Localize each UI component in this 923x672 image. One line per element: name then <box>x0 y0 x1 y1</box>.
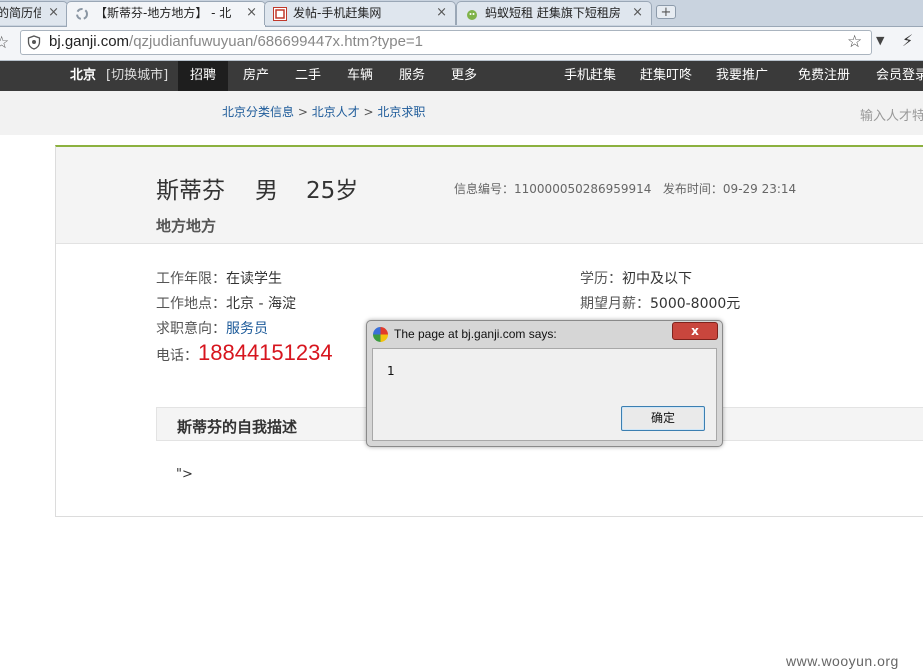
salary-value: 5000-8000元 <box>650 296 741 312</box>
dialog-body: 1 确定 <box>372 348 717 441</box>
ok-button[interactable]: 确定 <box>621 406 705 431</box>
phone-label: 电话： <box>156 348 198 364</box>
browser-tab-resume[interactable]: 的简历信 × <box>0 1 68 25</box>
new-tab-button[interactable]: + <box>656 5 676 19</box>
shield-icon <box>27 35 41 50</box>
self-description-text: "> <box>176 467 193 482</box>
candidate-name: 斯蒂芬 <box>156 178 225 204</box>
breadcrumb-link-talent[interactable]: 北京人才 <box>312 105 360 119</box>
ant-favicon-icon <box>467 10 477 20</box>
candidate-age: 25岁 <box>306 178 359 204</box>
publish-time: 09-29 23:14 <box>722 182 797 196</box>
nav-item-jobs[interactable]: 招聘 <box>178 61 228 91</box>
loading-spinner-icon <box>76 8 88 20</box>
breadcrumb: 北京分类信息 > 北京人才 > 北京求职 <box>222 103 425 120</box>
browser-toolbar: ☆ bj.ganji.com/qzjudianfuwuyuan/68669944… <box>0 27 923 61</box>
ganji-favicon-icon <box>273 7 287 21</box>
chrome-logo-icon <box>373 327 388 342</box>
breadcrumb-separator: > <box>359 105 378 119</box>
url-host: bj.ganji.com <box>49 33 130 50</box>
nav-city: 北京 <box>70 68 97 83</box>
education-label: 学历： <box>580 271 622 287</box>
nav-item-housing[interactable]: 房产 <box>243 61 269 91</box>
phone-row: 电话：18844151234 <box>156 340 333 366</box>
experience-row: 工作年限：在读学生 <box>156 268 282 288</box>
tab-label: 发帖-手机赶集网 <box>293 6 382 20</box>
browser-tab-mayi[interactable]: 蚂蚁短租 赶集旗下短租房 × <box>456 1 652 25</box>
dialog-message: 1 <box>387 364 395 378</box>
self-description-title: 斯蒂芬的自我描述 <box>177 418 298 436</box>
info-id: 110000050286959914 <box>514 182 652 196</box>
tab-close-icon[interactable]: × <box>246 2 257 24</box>
bookmark-star-icon[interactable]: ☆ <box>847 32 862 52</box>
chevron-down-icon[interactable]: ▼ <box>876 34 884 47</box>
nav-item-services[interactable]: 服务 <box>399 61 425 91</box>
breadcrumb-link-jobseek[interactable]: 北京求职 <box>377 105 425 119</box>
browser-tab-post[interactable]: 发帖-手机赶集网 × <box>264 1 456 25</box>
location-value: 北京 - 海淀 <box>226 296 296 312</box>
search-input[interactable]: 输入人才特 <box>860 105 923 124</box>
candidate-gender: 男 <box>255 178 278 204</box>
browser-tab-strip: 的简历信 × 【斯蒂芬-地方地方】 - 北 × 发帖-手机赶集网 × 蚂蚁短租 … <box>0 0 923 27</box>
nav-link-register[interactable]: 免费注册 <box>798 61 850 91</box>
info-meta: 信息编号：110000050286959914 发布时间：09-29 23:14 <box>454 180 796 197</box>
tab-close-icon[interactable]: × <box>436 2 447 24</box>
nav-link-dingdong[interactable]: 赶集叮咚 <box>640 61 692 91</box>
nav-item-vehicles[interactable]: 车辆 <box>347 61 373 91</box>
nav-item-more[interactable]: 更多 <box>451 61 477 91</box>
job-label: 求职意向： <box>156 321 226 337</box>
url-path: /qzjudianfuwuyuan/686699447x.htm?type=1 <box>129 33 424 50</box>
dialog-title: The page at bj.ganji.com says: <box>394 327 557 341</box>
nav-link-login[interactable]: 会员登录 <box>876 61 923 91</box>
breadcrumb-band: 北京分类信息 > 北京人才 > 北京求职 输入人才特 <box>0 91 923 135</box>
education-value: 初中及以下 <box>622 271 692 287</box>
switch-city-link[interactable]: [切换城市] <box>106 61 168 91</box>
star-icon[interactable]: ☆ <box>0 33 9 53</box>
phone-number: 18844151234 <box>198 340 333 365</box>
salary-label: 期望月薪： <box>580 296 650 312</box>
job-intent-row: 求职意向：服务员 <box>156 318 268 338</box>
location-label: 工作地点： <box>156 296 226 312</box>
watermark: www.wooyun.org <box>786 653 899 669</box>
publish-label: 发布时间： <box>662 182 723 196</box>
experience-value: 在读学生 <box>226 271 282 287</box>
nav-item-secondhand[interactable]: 二手 <box>295 61 321 91</box>
site-nav-bar: 北京 [切换城市] 招聘 房产 二手 车辆 服务 更多 手机赶集 赶集叮咚 我要… <box>0 61 923 91</box>
breadcrumb-separator: > <box>294 105 312 119</box>
browser-tab-current[interactable]: 【斯蒂芬-地方地方】 - 北 × <box>66 1 266 27</box>
resume-header: 斯蒂芬 男 25岁 信息编号：110000050286959914 发布时间：0… <box>56 147 923 244</box>
experience-label: 工作年限： <box>156 271 226 287</box>
nav-link-mobile[interactable]: 手机赶集 <box>564 61 616 91</box>
job-link[interactable]: 服务员 <box>226 321 268 337</box>
address-bar[interactable]: bj.ganji.com/qzjudianfuwuyuan/686699447x… <box>20 30 872 55</box>
url-text[interactable]: bj.ganji.com/qzjudianfuwuyuan/686699447x… <box>49 33 423 50</box>
tab-close-icon[interactable]: × <box>48 2 59 24</box>
education-row: 学历：初中及以下 <box>580 268 692 288</box>
breadcrumb-link-beijing[interactable]: 北京分类信息 <box>222 105 294 119</box>
location-row: 工作地点：北京 - 海淀 <box>156 293 296 313</box>
lightning-extension-icon[interactable]: ⚡ <box>902 31 913 50</box>
info-id-label: 信息编号： <box>454 182 515 196</box>
dialog-close-button[interactable]: x <box>672 322 718 340</box>
tab-label: 【斯蒂芬-地方地方】 - 北 <box>95 6 232 20</box>
salary-row: 期望月薪：5000-8000元 <box>580 293 740 313</box>
alert-dialog: The page at bj.ganji.com says: x 1 确定 <box>366 320 723 447</box>
tab-label: 蚂蚁短租 赶集旗下短租房 <box>485 6 621 20</box>
tab-close-icon[interactable]: × <box>632 2 643 24</box>
resume-subtitle: 地方地方 <box>156 217 217 235</box>
nav-link-promote[interactable]: 我要推广 <box>716 61 768 91</box>
tab-label: 的简历信 <box>0 6 41 20</box>
